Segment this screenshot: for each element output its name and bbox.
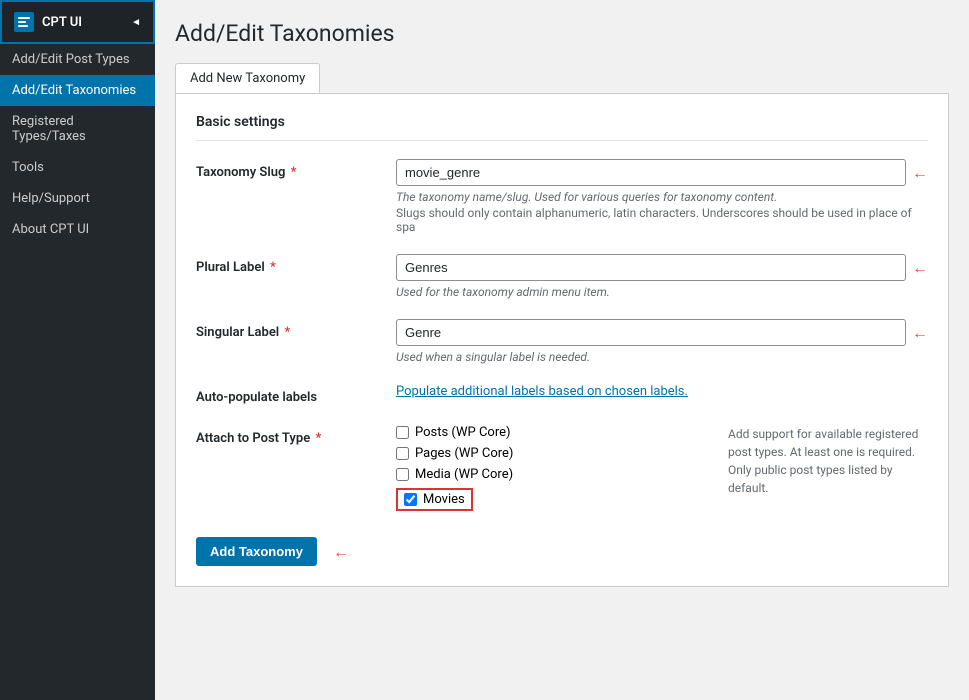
cpt-ui-logo-icon bbox=[14, 12, 34, 32]
sidebar-item-label: Add/Edit Taxonomies bbox=[12, 83, 136, 98]
main-content: Add/Edit Taxonomies Add New Taxonomy Bas… bbox=[155, 0, 969, 700]
checkbox-pages[interactable] bbox=[396, 447, 409, 460]
form-card: Basic settings Taxonomy Slug * ← The tax… bbox=[175, 94, 949, 587]
plural-label-help: Used for the taxonomy admin menu item. bbox=[396, 285, 928, 299]
arrow-annotation-slug: ← bbox=[912, 163, 928, 183]
checkbox-row-movies: Movies bbox=[396, 488, 708, 511]
sidebar-item-label: Tools bbox=[12, 160, 44, 175]
add-taxonomy-button[interactable]: Add Taxonomy bbox=[196, 537, 317, 566]
arrow-annotation-singular: ← bbox=[912, 323, 928, 343]
arrow-annotation-plural: ← bbox=[912, 258, 928, 278]
taxonomy-slug-field: ← The taxonomy name/slug. Used for vario… bbox=[396, 159, 928, 234]
arrow-annotation-button: ← bbox=[333, 542, 349, 562]
auto-populate-labels-field: Populate additional labels based on chos… bbox=[396, 384, 928, 399]
attach-post-type-description: Add support for available registered pos… bbox=[728, 425, 928, 517]
sidebar-logo[interactable]: CPT UI ◄ bbox=[0, 0, 155, 44]
sidebar-item-label: Add/Edit Post Types bbox=[12, 52, 130, 67]
checkbox-posts-label: Posts (WP Core) bbox=[415, 425, 511, 440]
plural-label-label: Plural Label * bbox=[196, 254, 396, 275]
sidebar-item-about-cpt-ui[interactable]: About CPT UI bbox=[0, 214, 155, 245]
sidebar-item-help-support[interactable]: Help/Support bbox=[0, 183, 155, 214]
checkbox-movies[interactable] bbox=[404, 493, 417, 506]
auto-populate-labels-link[interactable]: Populate additional labels based on chos… bbox=[396, 384, 688, 399]
taxonomy-slug-input[interactable] bbox=[396, 159, 906, 186]
auto-populate-labels-label: Auto-populate labels bbox=[196, 384, 396, 405]
singular-label-row: Singular Label * ← Used when a singular … bbox=[196, 319, 928, 364]
sidebar-logo-text: CPT UI bbox=[42, 15, 82, 30]
sidebar-item-add-edit-taxonomies[interactable]: Add/Edit Taxonomies bbox=[0, 75, 155, 106]
checkbox-row-media: Media (WP Core) bbox=[396, 467, 708, 482]
taxonomy-slug-row: Taxonomy Slug * ← The taxonomy name/slug… bbox=[196, 159, 928, 234]
singular-label-help: Used when a singular label is needed. bbox=[396, 350, 928, 364]
attach-post-type-row: Attach to Post Type * Posts (WP Core) bbox=[196, 425, 928, 517]
required-marker: * bbox=[315, 431, 321, 446]
tab-add-new-taxonomy[interactable]: Add New Taxonomy bbox=[175, 63, 320, 93]
sidebar-collapse-arrow[interactable]: ◄ bbox=[131, 17, 141, 28]
attach-post-type-field: Posts (WP Core) Pages (WP Core) Media (W… bbox=[396, 425, 928, 517]
sidebar-item-label: About CPT UI bbox=[12, 222, 89, 237]
plural-label-row: Plural Label * ← Used for the taxonomy a… bbox=[196, 254, 928, 299]
checkbox-row-posts: Posts (WP Core) bbox=[396, 425, 708, 440]
required-marker: * bbox=[291, 165, 297, 180]
checkbox-media-label: Media (WP Core) bbox=[415, 467, 513, 482]
sidebar-item-registered-types-taxes[interactable]: Registered Types/Taxes bbox=[0, 106, 155, 152]
taxonomy-slug-help-italic: The taxonomy name/slug. Used for various… bbox=[396, 190, 928, 204]
auto-populate-labels-row: Auto-populate labels Populate additional… bbox=[196, 384, 928, 405]
taxonomy-slug-label: Taxonomy Slug * bbox=[196, 159, 396, 180]
checkbox-media[interactable] bbox=[396, 468, 409, 481]
sidebar-item-add-edit-post-types[interactable]: Add/Edit Post Types bbox=[0, 44, 155, 75]
bottom-row: Add Taxonomy ← bbox=[196, 537, 928, 566]
plural-label-field: ← Used for the taxonomy admin menu item. bbox=[396, 254, 928, 299]
attach-post-type-label: Attach to Post Type * bbox=[196, 425, 396, 446]
checkbox-pages-label: Pages (WP Core) bbox=[415, 446, 513, 461]
required-marker: * bbox=[284, 325, 290, 340]
checkbox-movies-label: Movies bbox=[423, 492, 465, 507]
plural-label-input[interactable] bbox=[396, 254, 906, 281]
sidebar: CPT UI ◄ Add/Edit Post Types Add/Edit Ta… bbox=[0, 0, 155, 700]
sidebar-item-tools[interactable]: Tools bbox=[0, 152, 155, 183]
taxonomy-slug-help-normal: Slugs should only contain alphanumeric, … bbox=[396, 206, 928, 234]
sidebar-nav: Add/Edit Post Types Add/Edit Taxonomies … bbox=[0, 44, 155, 700]
section-title: Basic settings bbox=[196, 114, 928, 141]
singular-label-label: Singular Label * bbox=[196, 319, 396, 340]
required-marker: * bbox=[270, 260, 276, 275]
sidebar-item-label: Registered Types/Taxes bbox=[12, 114, 143, 144]
checkbox-posts[interactable] bbox=[396, 426, 409, 439]
checkbox-row-pages: Pages (WP Core) bbox=[396, 446, 708, 461]
attach-checkboxes: Posts (WP Core) Pages (WP Core) Media (W… bbox=[396, 425, 708, 517]
singular-label-field: ← Used when a singular label is needed. bbox=[396, 319, 928, 364]
tab-bar: Add New Taxonomy bbox=[175, 63, 949, 94]
sidebar-item-label: Help/Support bbox=[12, 191, 90, 206]
attach-post-type-desc-text: Add support for available registered pos… bbox=[728, 427, 918, 495]
singular-label-input[interactable] bbox=[396, 319, 906, 346]
page-title: Add/Edit Taxonomies bbox=[175, 20, 949, 47]
